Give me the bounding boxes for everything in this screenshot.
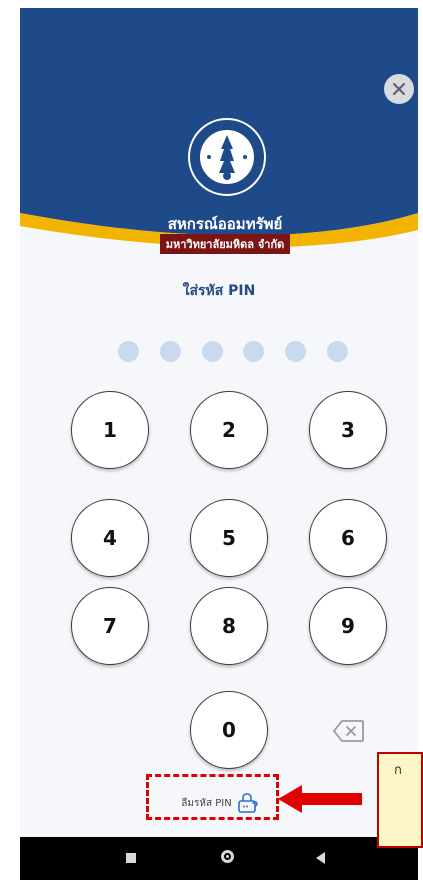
pin-dot [159, 341, 181, 362]
key-4-button[interactable]: 4 [71, 499, 149, 577]
home-icon[interactable] [221, 850, 234, 863]
key-3-button[interactable]: 3 [309, 391, 387, 469]
key-6-button[interactable]: 6 [309, 499, 387, 577]
pin-dot [326, 341, 348, 362]
key-8-button[interactable]: 8 [190, 587, 268, 665]
key-9-button[interactable]: 9 [309, 587, 387, 665]
pin-dot [285, 341, 307, 362]
key-2-button[interactable]: 2 [190, 391, 268, 469]
pin-title: ใส่รหัส PIN [182, 283, 256, 299]
annotation-callout-text: ก [394, 763, 402, 778]
annotation-arrow-icon [278, 785, 362, 813]
phone-screen: สหกรณ์ออมทรัพย์ มหาวิทยาลัยมหิดล จำกัด ใ… [20, 8, 418, 880]
recent-apps-icon[interactable] [126, 853, 136, 863]
pin-indicator [118, 341, 348, 363]
org-subname: มหาวิทยาลัยมหิดล จำกัด [160, 234, 290, 254]
pin-dot [243, 341, 265, 362]
android-nav-bar [20, 837, 418, 880]
org-name: สหกรณ์ออมทรัพย์ [167, 215, 283, 233]
backspace-icon[interactable] [333, 719, 365, 743]
pin-dot [118, 341, 139, 362]
close-button[interactable] [384, 74, 414, 104]
key-7-button[interactable]: 7 [71, 587, 149, 665]
close-icon [393, 83, 405, 95]
key-0-button[interactable]: 0 [190, 691, 268, 769]
key-1-button[interactable]: 1 [71, 391, 149, 469]
mahidol-emblem-logo [188, 118, 266, 196]
annotation-highlight-box [146, 774, 279, 820]
key-5-button[interactable]: 5 [190, 499, 268, 577]
pin-dot [201, 341, 223, 362]
back-icon[interactable] [316, 852, 325, 864]
